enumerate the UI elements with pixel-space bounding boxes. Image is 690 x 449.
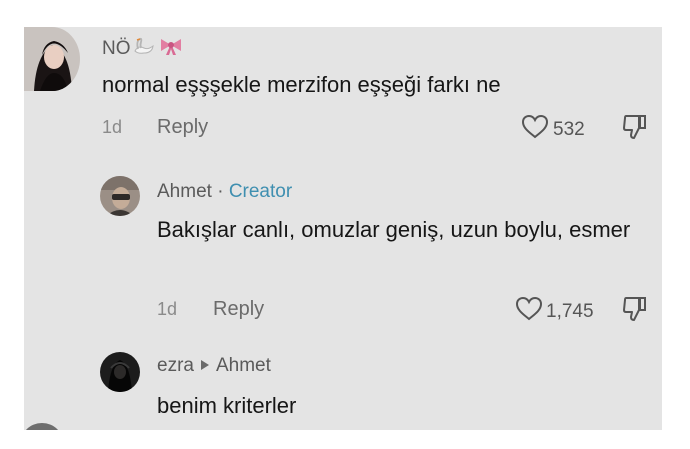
like-button[interactable]: 1,745 (515, 296, 594, 327)
avatar[interactable] (100, 352, 140, 392)
comment-timestamp: 1d (157, 299, 178, 319)
triangle-right-icon (200, 355, 210, 377)
like-count: 1,745 (546, 300, 594, 322)
comment-text: benim kriterler (157, 393, 297, 418)
swan-emoji-icon (132, 36, 156, 62)
bow-emoji-icon (158, 36, 184, 62)
heart-outline-icon (515, 296, 543, 327)
thumbs-down-icon (622, 113, 648, 146)
dislike-button[interactable] (622, 295, 648, 328)
dislike-button[interactable] (622, 113, 648, 146)
comment-username[interactable]: ezra Ahmet (157, 355, 271, 377)
reply-to-username[interactable]: Ahmet (216, 355, 271, 377)
comment-text: Bakışlar canlı, omuzlar geniş, uzun boyl… (157, 217, 631, 242)
comment-timestamp: 1d (102, 117, 123, 137)
badge-separator: · (217, 181, 224, 202)
thumbs-down-icon (622, 295, 648, 328)
heart-outline-icon (521, 114, 549, 145)
like-button[interactable]: 532 (521, 114, 585, 145)
comment-username[interactable]: Ahmet · Creator (157, 181, 292, 203)
like-count: 532 (553, 118, 585, 140)
reply-button[interactable]: Reply (213, 298, 264, 321)
comment-thread: NÖ normal eşşşekle merzifon eşşeği farkı… (24, 27, 662, 430)
creator-badge: Creator (228, 181, 293, 202)
avatar[interactable] (100, 176, 140, 216)
avatar[interactable] (24, 27, 80, 91)
comment-username[interactable]: NÖ (102, 36, 184, 62)
comment-text: normal eşşşekle merzifon eşşeği farkı ne (102, 72, 501, 97)
reply-button[interactable]: Reply (157, 116, 208, 139)
avatar[interactable] (24, 423, 64, 430)
